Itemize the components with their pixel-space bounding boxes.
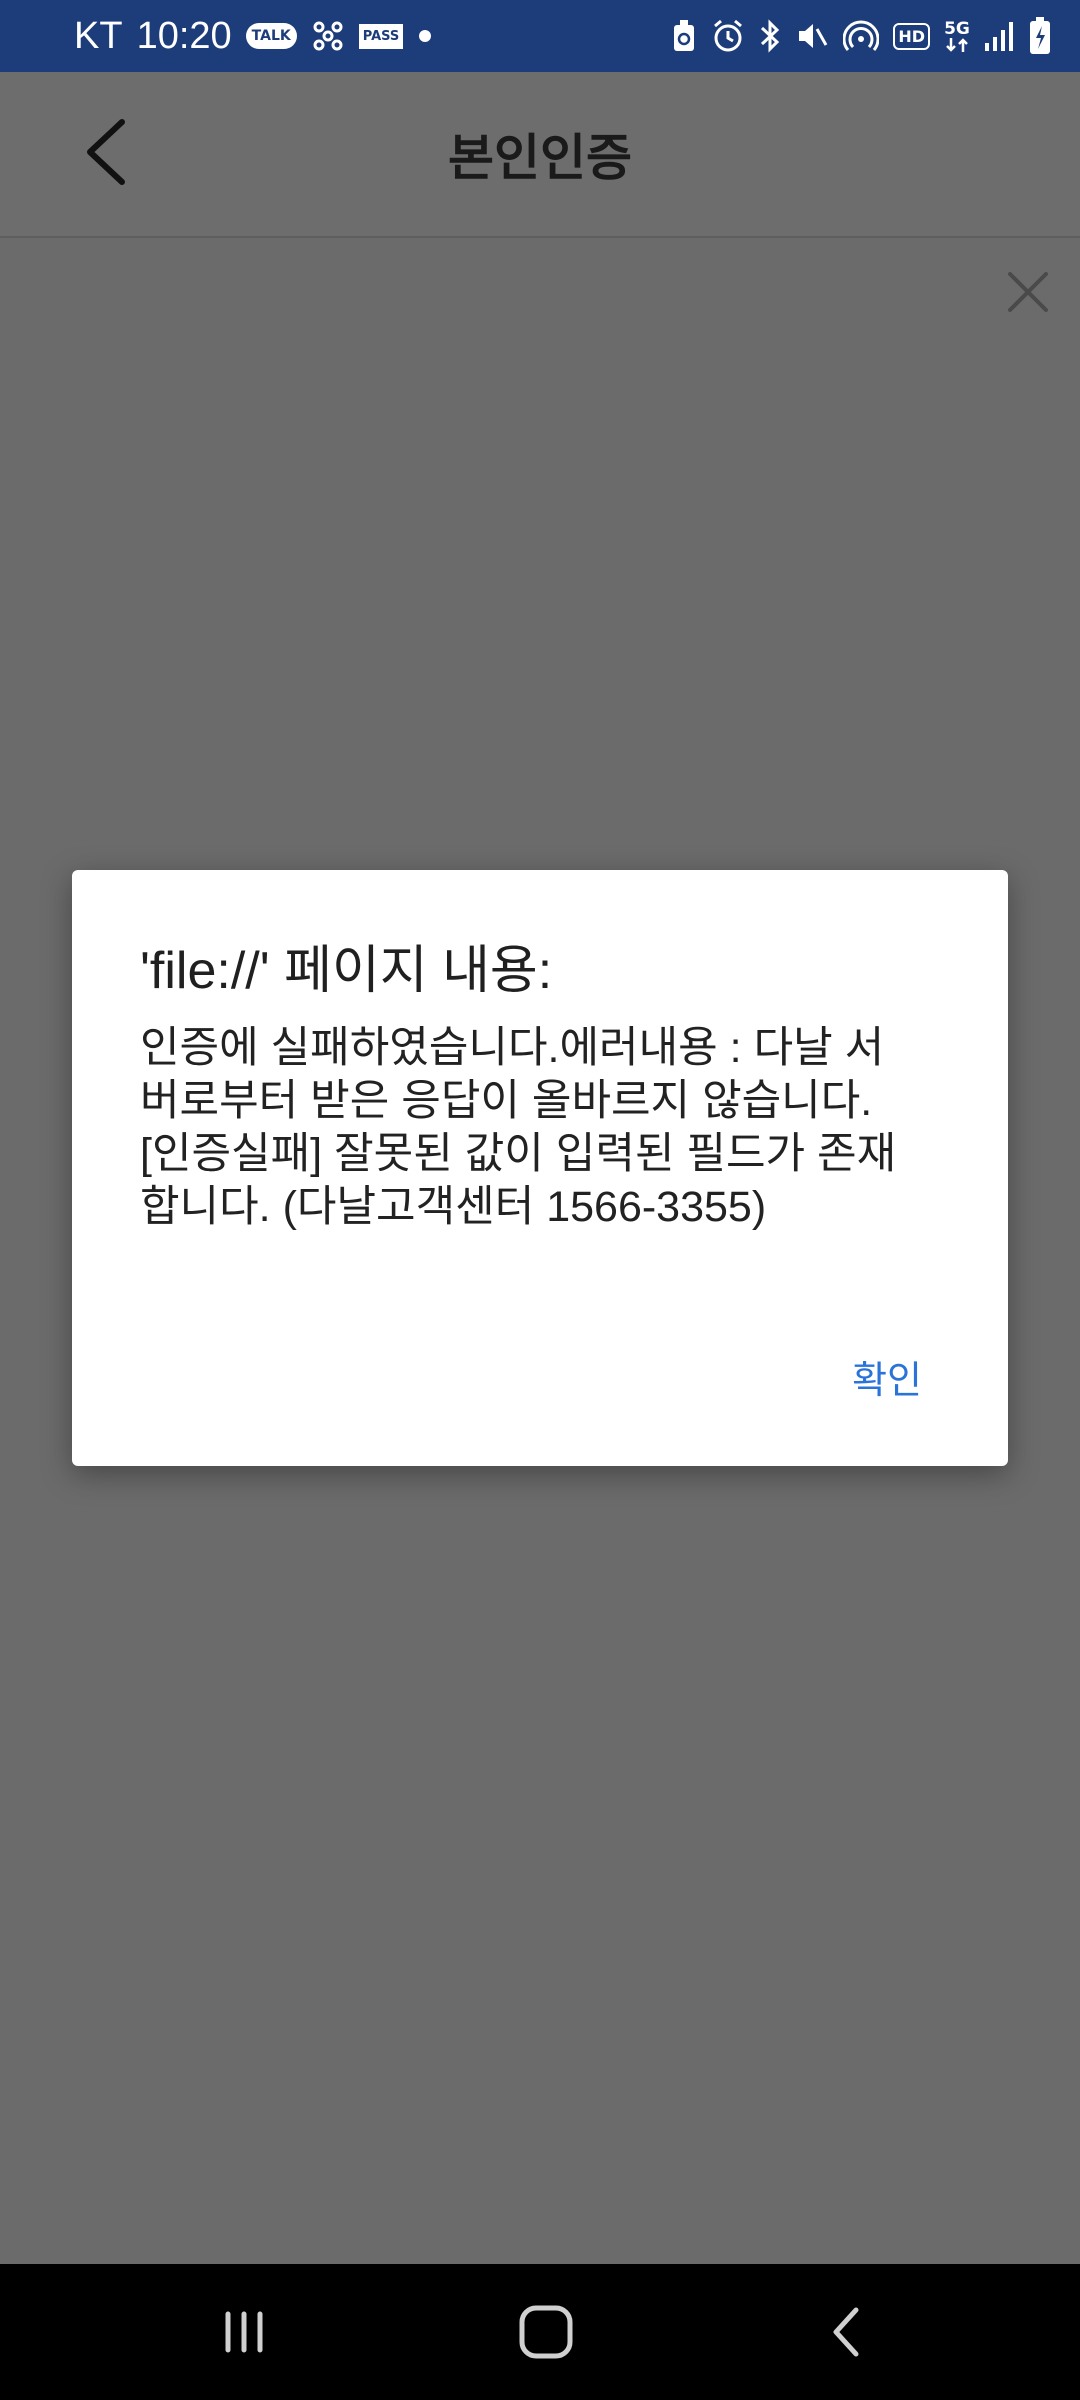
page-title: 본인인증	[448, 129, 632, 187]
nav-back-button[interactable]	[808, 2292, 888, 2372]
alarm-icon	[711, 19, 745, 53]
home-button[interactable]	[506, 2292, 586, 2372]
vibrate-icon	[795, 19, 829, 53]
app-header: 본인인증	[0, 72, 1080, 238]
recycle-icon	[671, 19, 697, 53]
status-bar: KT 10:20 TALK PASS HD 5G	[0, 0, 1080, 72]
5g-icon-label: 5G	[944, 19, 970, 39]
recent-apps-icon	[225, 2311, 263, 2353]
carrier-label: KT	[74, 14, 123, 57]
battery-icon	[1028, 16, 1052, 56]
back-icon	[833, 2307, 859, 2357]
bluetooth-icon	[759, 19, 781, 53]
pass-icon: PASS	[358, 23, 404, 49]
close-button[interactable]	[1000, 264, 1056, 320]
hotspot-icon	[843, 19, 880, 53]
5g-icon: 5G	[944, 20, 970, 52]
close-icon	[1008, 272, 1048, 312]
pass-icon-label: PASS	[358, 23, 404, 49]
kakaotalk-icon: TALK	[245, 23, 297, 49]
signal-icon	[984, 19, 1014, 53]
clock: 10:20	[136, 14, 232, 57]
hd-icon-label: HD	[893, 22, 930, 50]
dot-icon	[417, 28, 433, 44]
hd-icon: HD	[893, 22, 930, 50]
dialog-message: 인증에 실패하였습니다.에러내용 : 다날 서버로부터 받은 응답이 올바르지 …	[140, 1024, 897, 1231]
dialog-title: 'file://' 페이지 내용:	[140, 942, 553, 1000]
home-icon	[519, 2305, 573, 2359]
status-right: HD 5G	[671, 0, 1052, 72]
status-left: KT 10:20 TALK PASS	[74, 0, 433, 72]
alert-dialog: 'file://' 페이지 내용: 인증에 실패하였습니다.에러내용 : 다날 …	[72, 870, 1008, 1466]
network-icon	[311, 19, 345, 53]
navigation-bar	[0, 2264, 1080, 2400]
kakaotalk-icon-label: TALK	[245, 23, 297, 49]
recent-apps-button[interactable]	[204, 2292, 284, 2372]
confirm-button[interactable]: 확인	[852, 1349, 922, 1404]
